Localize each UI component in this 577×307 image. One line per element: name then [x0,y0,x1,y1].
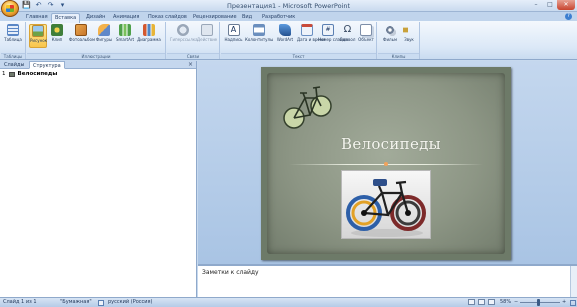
group-media: Фильм Звук Клипы мультимедиа [378,22,420,65]
action-button[interactable]: Действие [197,24,217,48]
clipart-icon [51,24,63,36]
smartart-button[interactable]: SmartArt [116,24,134,48]
window-title: Презентация1 - Microsoft PowerPoint [226,2,351,10]
divider-ornament [384,162,388,166]
notes-pane[interactable]: Заметки к слайду [198,264,577,297]
notes-scrollbar[interactable] [570,266,577,297]
symbol-button[interactable]: Ω Символ [339,24,356,48]
header-footer-icon [253,24,265,36]
slide-number-icon: # [322,24,334,36]
fit-to-window-icon[interactable] [570,300,576,306]
group-tables: Таблица Таблицы [1,22,26,59]
action-icon [201,24,213,36]
tab-insert[interactable]: Вставка [51,13,81,23]
group-links: Гиперссылка Действие Связи [167,22,220,59]
slideshow-view-icon[interactable] [488,299,495,305]
notes-placeholder[interactable]: Заметки к слайду [202,269,259,276]
textbox-icon: A [227,24,240,36]
slide-sorter-view-icon[interactable] [478,299,485,305]
zoom-level[interactable]: 58% [500,298,511,307]
tab-slides[interactable]: Слайды [1,61,27,69]
hyperlink-icon [177,24,189,36]
tab-outline[interactable]: Структура [29,61,65,69]
shapes-icon [98,24,110,36]
group-text: A Надпись Колонтитулы WordArt Дата и вре… [221,22,377,59]
close-pane-icon[interactable]: × [188,61,193,69]
symbol-icon: Ω [343,24,352,35]
photo-album-button[interactable]: Фотоальбом [69,24,95,48]
outline-slide-number: 1 [2,71,6,77]
zoom-in-icon[interactable]: + [562,298,566,307]
close-button[interactable]: ✕ [557,0,575,10]
shapes-button[interactable]: Фигуры [95,24,113,48]
hyperlink-button[interactable]: Гиперссылка [170,24,198,48]
smartart-icon [119,24,131,36]
header-footer-button[interactable]: Колонтитулы [245,24,273,48]
picture-button[interactable]: Рисунок [29,24,47,48]
theme-name: "Бумажная" [60,299,92,305]
window-controls: – □ ✕ [529,0,575,10]
bicycle-photo[interactable] [341,170,431,239]
picture-icon [32,25,44,37]
zoom-slider[interactable] [520,302,560,303]
title-bar: 💾 ↶ ↷ ▾ Презентация1 - Microsoft PowerPo… [0,0,577,17]
pane-tabs: Слайды Структура × [0,61,196,69]
normal-view-icon[interactable] [468,299,475,305]
bicycle-graphic [283,86,332,129]
textbox-button[interactable]: A Надпись [224,24,243,48]
object-button[interactable]: Объект [357,24,375,48]
status-bar: Слайд 1 из 1 "Бумажная" русский (Россия)… [0,297,577,307]
group-illustrations: Рисунок Клип Фотоальбом Фигуры SmartArt … [27,22,166,59]
slide-icon [8,71,15,77]
chart-icon [143,24,155,36]
slide-counter: Слайд 1 из 1 [3,299,37,305]
slide-number-button[interactable]: # Номер слайда [318,24,348,48]
sound-button[interactable]: Звук [400,24,418,48]
datetime-icon [301,24,313,36]
outline-slide-item[interactable]: 1 Велосипеды [2,71,57,77]
minimize-button[interactable]: – [529,0,543,10]
table-button[interactable]: Таблица [4,24,22,48]
wordart-button[interactable]: WordArt [275,24,295,48]
office-button[interactable] [1,0,19,17]
ribbon: Таблица Таблицы Рисунок Клип Фотоальбом … [0,21,577,65]
help-icon[interactable]: ? [565,13,572,20]
chart-button[interactable]: Диаграмма [137,24,161,48]
object-icon [360,24,372,36]
table-icon [7,24,19,36]
sound-icon [403,24,413,36]
zoom-slider-thumb[interactable] [537,299,540,306]
zoom-out-icon[interactable]: − [514,298,518,307]
slide-canvas[interactable]: Велосипеды [261,67,511,260]
slide-title[interactable]: Велосипеды [341,135,501,153]
maximize-button[interactable]: □ [543,0,557,10]
outline-slide-title: Велосипеды [17,71,58,77]
bicycle-photo-image [342,171,430,238]
outline-pane: Слайды Структура × 1 Велосипеды [0,61,197,297]
wordart-icon [279,24,291,36]
spellcheck-icon[interactable] [98,300,104,306]
photo-album-icon [75,24,87,36]
movie-button[interactable]: Фильм [381,24,399,48]
slide-editing-area: Велосипеды [198,61,577,264]
clipart-button[interactable]: Клип [48,24,66,48]
datetime-button[interactable]: Дата и время [297,24,325,48]
language-indicator[interactable]: русский (Россия) [108,298,152,307]
movie-icon [384,24,396,36]
